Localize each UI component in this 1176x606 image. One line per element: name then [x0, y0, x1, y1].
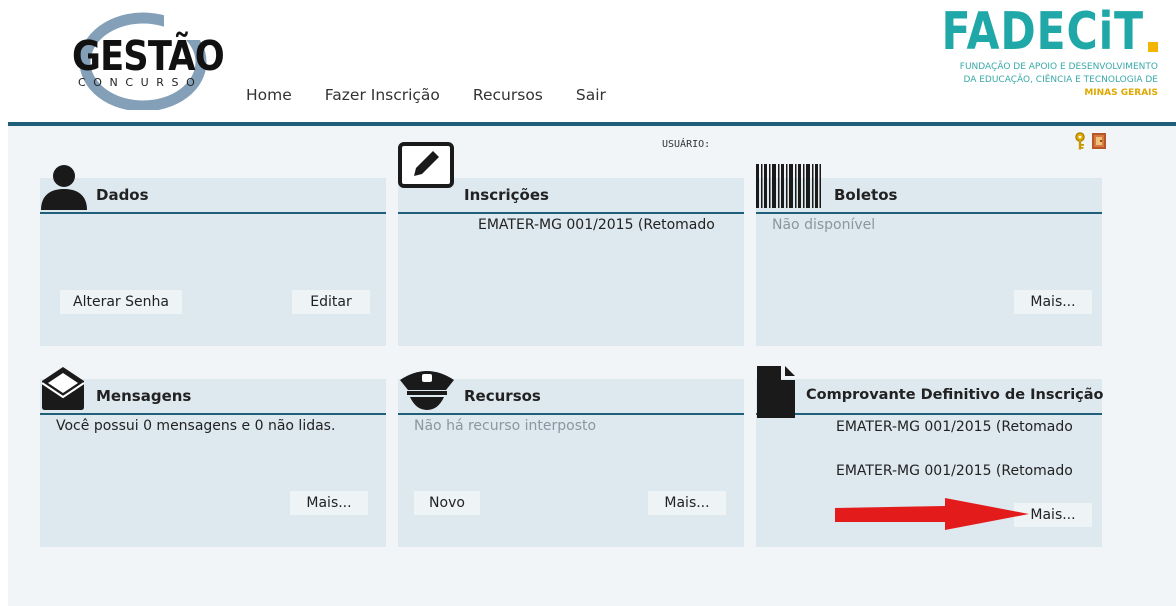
- fadecit-logo[interactable]: FADECiT FUNDAÇÃO DE APOIO E DESENVOLVIME…: [930, 2, 1162, 100]
- editar-button[interactable]: Editar: [292, 290, 370, 314]
- alterar-senha-button[interactable]: Alterar Senha: [60, 290, 182, 314]
- header: GESTÃO CONCURSO Home Fazer Inscrição Rec…: [0, 0, 1176, 123]
- mensagens-mais-button[interactable]: Mais...: [290, 491, 368, 515]
- nav-recursos[interactable]: Recursos: [473, 86, 543, 104]
- annotation-arrow: [835, 498, 1029, 530]
- boletos-status: Não disponível: [772, 217, 876, 233]
- top-icons: [1074, 132, 1108, 150]
- recursos-novo-button[interactable]: Novo: [414, 491, 480, 515]
- boletos-mais-button[interactable]: Mais...: [1014, 290, 1092, 314]
- panel-mensagens-title-bar: Mensagens: [40, 379, 386, 415]
- main-nav: Home Fazer Inscrição Recursos Sair: [246, 86, 639, 104]
- user-label: USUÁRIO:: [662, 139, 711, 150]
- panel-inscricoes: Inscrições EMATER-MG 001/2015 (Retomado: [398, 178, 744, 346]
- nav-home[interactable]: Home: [246, 86, 292, 104]
- officer-cap-icon: [400, 371, 454, 410]
- barcode-icon: [756, 164, 821, 208]
- exit-door-icon[interactable]: [1090, 132, 1108, 150]
- comprovante-item-link[interactable]: EMATER-MG 001/2015 (Retomado: [836, 463, 1073, 479]
- panel-title: Inscrições: [464, 186, 549, 204]
- gestao-concurso-logo[interactable]: GESTÃO CONCURSO: [68, 10, 225, 110]
- fadecit-brand: FADECiT: [941, 2, 1144, 62]
- mensagens-summary: Você possui 0 mensagens e 0 não lidas.: [56, 418, 336, 434]
- panel-title: Boletos: [834, 186, 898, 204]
- panel-title: Comprovante Definitivo de Inscrição: [806, 387, 1104, 403]
- envelope-icon: [41, 367, 85, 410]
- person-icon: [41, 165, 87, 210]
- comprovante-item-link[interactable]: EMATER-MG 001/2015 (Retomado: [836, 419, 1073, 435]
- panel-comprovante-title-bar: Comprovante Definitivo de Inscrição: [756, 379, 1104, 415]
- nav-fazer-inscricao[interactable]: Fazer Inscrição: [325, 86, 440, 104]
- panel-title: Dados: [96, 186, 149, 204]
- fadecit-line-1: FUNDAÇÃO DE APOIO E DESENVOLVIMENTO: [959, 62, 1158, 72]
- fadecit-line-2: DA EDUCAÇÃO, CIÊNCIA E TECNOLOGIA DE: [963, 75, 1158, 85]
- gestao-logo-word: GESTÃO: [72, 32, 225, 80]
- gestao-logo-subtitle: CONCURSO: [78, 76, 203, 89]
- recursos-status: Não há recurso interposto: [414, 418, 597, 434]
- panel-title: Mensagens: [96, 387, 192, 405]
- key-icon[interactable]: [1074, 132, 1086, 150]
- fadecit-dot: [1148, 42, 1158, 52]
- inscricao-item-link[interactable]: EMATER-MG 001/2015 (Retomado: [478, 217, 715, 233]
- nav-sair[interactable]: Sair: [576, 86, 606, 104]
- pencil-icon: [398, 142, 454, 188]
- panel-dados: Dados Alterar Senha Editar: [40, 178, 386, 346]
- panel-mensagens: Mensagens Você possui 0 mensagens e 0 nã…: [40, 379, 386, 547]
- panel-title: Recursos: [464, 387, 541, 405]
- document-icon: [757, 366, 795, 418]
- fadecit-line-3: MINAS GERAIS: [1084, 88, 1158, 98]
- panel-dados-title-bar: Dados: [40, 178, 386, 214]
- recursos-mais-button[interactable]: Mais...: [648, 491, 726, 515]
